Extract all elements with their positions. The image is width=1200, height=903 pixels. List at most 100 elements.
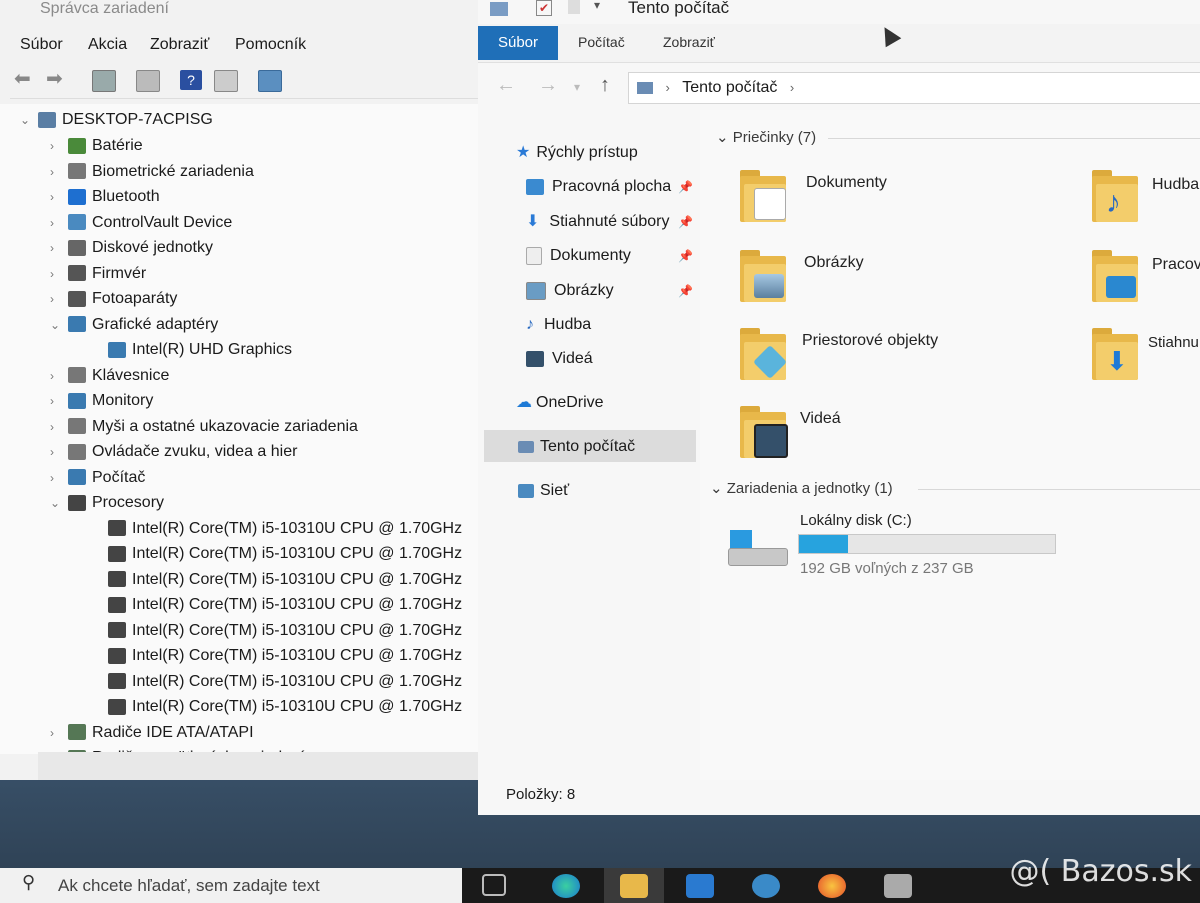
address-bar[interactable]: › Tento počítač › — [628, 72, 1200, 104]
scan-hardware-icon[interactable] — [258, 70, 282, 92]
chevron-right-icon[interactable]: › — [50, 466, 64, 490]
device-manager-taskbar-icon[interactable] — [884, 874, 912, 898]
tree-category[interactable]: › Batérie — [50, 134, 143, 158]
pin-icon[interactable]: 📌 — [678, 284, 693, 298]
tree-category[interactable]: ⌄ Grafické adaptéry — [50, 313, 218, 337]
tree-category[interactable]: › Fotoaparáty — [50, 287, 177, 311]
properties-icon[interactable] — [92, 70, 116, 92]
chevron-right-icon[interactable]: › — [50, 415, 64, 439]
nav-onedrive[interactable]: ☁ OneDrive — [516, 390, 604, 416]
tree-device[interactable]: Intel(R) UHD Graphics — [104, 338, 292, 362]
task-view-icon[interactable] — [482, 874, 506, 896]
documents-folder-icon[interactable] — [740, 170, 786, 222]
tab-view[interactable]: Zobraziť — [663, 34, 715, 50]
tree-category[interactable]: › Bluetooth — [50, 185, 160, 209]
forward-arrow-icon[interactable]: ➡ — [46, 69, 68, 90]
chevron-right-icon[interactable]: › — [50, 262, 64, 286]
tab-computer[interactable]: Počítač — [578, 34, 625, 50]
folder-documents-label[interactable]: Dokumenty — [806, 174, 887, 192]
firefox-icon[interactable] — [818, 874, 846, 898]
tree-device[interactable]: Intel(R) Core(TM) i5-10310U CPU @ 1.70GH… — [104, 695, 462, 719]
chevron-down-icon[interactable]: ⌄ — [50, 313, 64, 337]
pictures-folder-icon[interactable] — [740, 250, 786, 302]
customize-qat-icon[interactable]: ▾ — [594, 0, 600, 12]
tree-device[interactable]: Intel(R) Core(TM) i5-10310U CPU @ 1.70GH… — [104, 670, 462, 694]
tree-device[interactable]: Intel(R) Core(TM) i5-10310U CPU @ 1.70GH… — [104, 542, 462, 566]
folder-downloads-label[interactable]: Stiahnu — [1148, 334, 1199, 351]
menu-help[interactable]: Pomocník — [235, 36, 306, 54]
pin-icon[interactable]: 📌 — [678, 215, 693, 229]
nav-documents[interactable]: Dokumenty — [526, 243, 631, 269]
music-folder-icon[interactable]: ♪ — [1092, 170, 1138, 222]
chevron-right-icon[interactable]: › — [50, 211, 64, 235]
store-icon[interactable] — [686, 874, 714, 898]
breadcrumb[interactable]: Tento počítač — [682, 79, 777, 96]
tree-category[interactable]: › Firmvér — [50, 262, 146, 286]
folder-pictures-label[interactable]: Obrázky — [804, 254, 864, 272]
back-arrow-icon[interactable]: ← — [496, 74, 516, 97]
chevron-right-icon[interactable]: › — [50, 160, 64, 184]
help-icon[interactable]: ? — [180, 70, 202, 90]
folder-objects3d-label[interactable]: Priestorové objekty — [802, 332, 938, 350]
tree-device[interactable]: Intel(R) Core(TM) i5-10310U CPU @ 1.70GH… — [104, 568, 462, 592]
tree-device[interactable]: Intel(R) Core(TM) i5-10310U CPU @ 1.70GH… — [104, 517, 462, 541]
edge-icon[interactable] — [552, 874, 580, 898]
tree-category[interactable]: › ControlVault Device — [50, 211, 232, 235]
pin-icon[interactable]: 📌 — [678, 180, 693, 194]
tree-category[interactable]: › Radiče IDE ATA/ATAPI — [50, 721, 254, 745]
pin-icon[interactable]: 📌 — [678, 249, 693, 263]
tree-device[interactable]: Intel(R) Core(TM) i5-10310U CPU @ 1.70GH… — [104, 619, 462, 643]
drive-name[interactable]: Lokálny disk (C:) — [800, 512, 912, 529]
folder-videos-label[interactable]: Videá — [800, 410, 841, 428]
chevron-right-icon[interactable]: › — [50, 364, 64, 388]
new-folder-icon[interactable] — [568, 0, 580, 14]
menu-file[interactable]: Súbor — [20, 36, 63, 54]
forward-arrow-icon[interactable]: → — [538, 74, 558, 97]
downloads-folder-icon[interactable]: ⬇ — [1092, 328, 1138, 380]
breadcrumb-chevron-icon[interactable]: › — [790, 80, 794, 95]
taskbar-search[interactable]: ⚲ Ak chcete hľadať, sem zadajte text — [0, 868, 462, 903]
folder-music-label[interactable]: Hudba — [1152, 176, 1199, 194]
chevron-right-icon[interactable]: › — [50, 440, 64, 464]
mail-icon[interactable] — [752, 874, 780, 898]
view-icon[interactable] — [214, 70, 238, 92]
chevron-down-icon[interactable]: ⌄ — [50, 491, 64, 515]
tree-device[interactable]: Intel(R) Core(TM) i5-10310U CPU @ 1.70GH… — [104, 644, 462, 668]
folders-section-header[interactable]: ⌄ Priečinky (7) — [716, 128, 816, 146]
search-placeholder[interactable]: Ak chcete hľadať, sem zadajte text — [58, 876, 320, 896]
nav-downloads[interactable]: ⬇ Stiahnuté súbory — [526, 209, 669, 235]
menu-action[interactable]: Akcia — [88, 36, 127, 54]
tree-device[interactable]: Intel(R) Core(TM) i5-10310U CPU @ 1.70GH… — [104, 593, 462, 617]
properties-check-icon[interactable]: ✔ — [536, 0, 552, 16]
tree-root[interactable]: ⌄ DESKTOP-7ACPISG — [20, 108, 213, 132]
update-driver-icon[interactable] — [136, 70, 160, 92]
nav-pictures[interactable]: Obrázky — [526, 278, 614, 304]
desktop-folder-icon[interactable] — [1092, 250, 1138, 302]
tree-category[interactable]: › Počítač — [50, 466, 145, 490]
recent-locations-icon[interactable]: ▾ — [574, 80, 580, 94]
tree-category[interactable]: › Myši a ostatné ukazovacie zariadenia — [50, 415, 358, 439]
tree-category[interactable]: › Monitory — [50, 389, 153, 413]
videos-folder-icon[interactable] — [740, 406, 788, 458]
nav-network[interactable]: Sieť — [518, 478, 569, 504]
folder-desktop-label[interactable]: Pracov — [1152, 256, 1200, 274]
chevron-right-icon[interactable]: › — [50, 134, 64, 158]
nav-music[interactable]: ♪ Hudba — [526, 312, 591, 338]
devices-section-header[interactable]: ⌄ Zariadenia a jednotky (1) — [710, 479, 893, 497]
chevron-right-icon[interactable]: › — [50, 721, 64, 745]
tree-category[interactable]: › Klávesnice — [50, 364, 169, 388]
chevron-right-icon[interactable]: › — [50, 389, 64, 413]
tree-category[interactable]: ⌄ Procesory — [50, 491, 164, 515]
nav-desktop[interactable]: Pracovná plocha — [526, 174, 671, 200]
up-arrow-icon[interactable]: ↑ — [600, 74, 610, 97]
chevron-right-icon[interactable]: › — [50, 236, 64, 260]
file-explorer-icon[interactable] — [620, 874, 648, 898]
tree-category[interactable]: › Biometrické zariadenia — [50, 160, 254, 184]
chevron-right-icon[interactable]: › — [50, 185, 64, 209]
tree-category[interactable]: › Ovládače zvuku, videa a hier — [50, 440, 297, 464]
nav-quick-access[interactable]: ★ Rýchly prístup — [516, 140, 638, 166]
menu-view[interactable]: Zobraziť — [150, 36, 209, 54]
nav-this-pc[interactable]: Tento počítač — [518, 434, 635, 460]
chevron-down-icon[interactable]: ⌄ — [20, 108, 34, 132]
local-disk-icon[interactable] — [728, 530, 788, 566]
